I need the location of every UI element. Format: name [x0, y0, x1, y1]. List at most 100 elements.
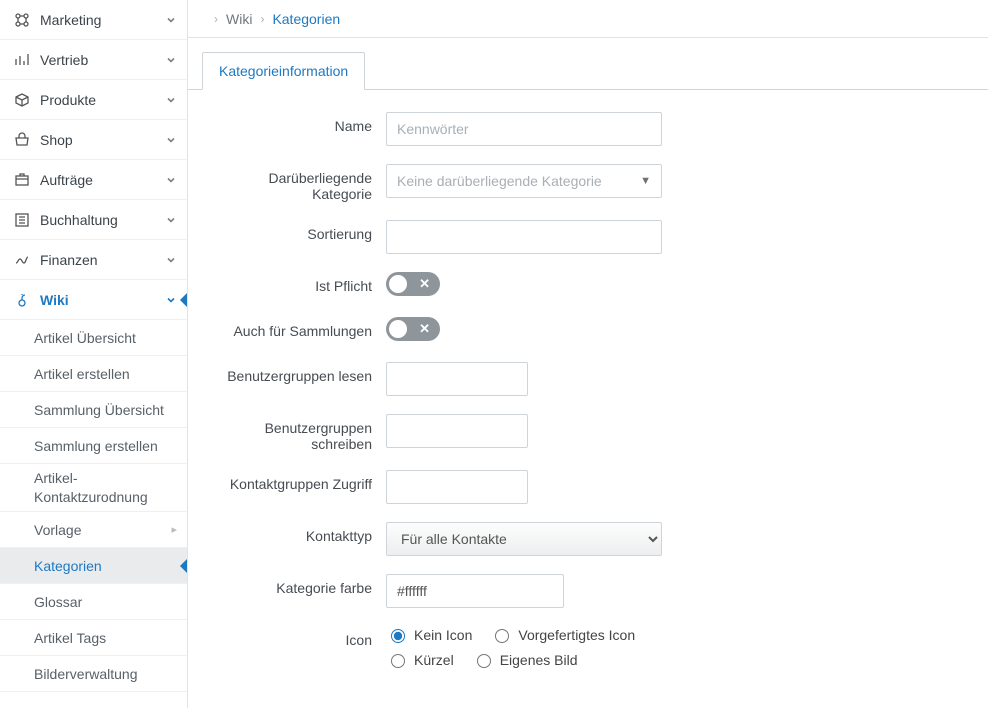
breadcrumb-current[interactable]: Kategorien — [272, 11, 340, 27]
sub-artikel-erstellen[interactable]: Artikel erstellen — [0, 356, 187, 392]
label-ist-pflicht: Ist Pflicht — [206, 272, 386, 294]
nav-label: Aufträge — [40, 172, 165, 188]
nav-label: Buchhaltung — [40, 212, 165, 228]
chevron-right-icon: › — [260, 12, 264, 26]
radio-label: Vorgefertigtes Icon — [518, 627, 635, 643]
nav-shop[interactable]: Shop — [0, 120, 187, 160]
parent-category-select[interactable]: Keine darüberliegende Kategorie ▼ — [386, 164, 662, 198]
sales-icon — [14, 52, 30, 68]
marketing-icon — [14, 12, 30, 28]
sub-vorlage[interactable]: Vorlage ▸ — [0, 512, 187, 548]
nav-finanzen[interactable]: Finanzen — [0, 240, 187, 280]
caret-down-icon: ▼ — [640, 175, 651, 187]
label-sortierung: Sortierung — [206, 220, 386, 242]
chevron-down-icon — [165, 14, 177, 26]
sub-sammlung-erstellen[interactable]: Sammlung erstellen — [0, 428, 187, 464]
breadcrumb-parent[interactable]: Wiki — [226, 11, 252, 27]
radio-label: Eigenes Bild — [500, 652, 578, 668]
sub-artikel-uebersicht[interactable]: Artikel Übersicht — [0, 320, 187, 356]
icon-option-abbrev[interactable]: Kürzel — [386, 651, 454, 668]
icon-option-predefined[interactable]: Vorgefertigtes Icon — [490, 626, 635, 643]
sub-label: Bilderverwaltung — [34, 666, 138, 682]
chevron-right-icon: ▸ — [171, 523, 177, 536]
main: › Wiki › Kategorien Kategorieinformation… — [188, 0, 988, 708]
label-name: Name — [206, 112, 386, 134]
sub-label: Artikel Tags — [34, 630, 106, 646]
nav-produkte[interactable]: Produkte — [0, 80, 187, 120]
contact-type-select[interactable]: Für alle Kontakte — [386, 522, 662, 556]
nav-label: Finanzen — [40, 252, 165, 268]
nav-label: Shop — [40, 132, 165, 148]
icon-option-custom-image[interactable]: Eigenes Bild — [472, 651, 578, 668]
breadcrumb: › Wiki › Kategorien — [188, 0, 988, 38]
mandatory-toggle[interactable]: ✕ — [386, 272, 440, 296]
icon-option-none[interactable]: Kein Icon — [386, 626, 472, 643]
nav-label: Vertrieb — [40, 52, 165, 68]
name-input[interactable] — [386, 112, 662, 146]
sub-label: Sammlung erstellen — [34, 438, 158, 454]
nav-vertrieb[interactable]: Vertrieb — [0, 40, 187, 80]
toggle-knob — [389, 320, 407, 338]
label-contact-groups: Kontaktgruppen Zugriff — [206, 470, 386, 492]
products-icon — [14, 92, 30, 108]
chevron-down-icon — [165, 254, 177, 266]
radio-input[interactable] — [495, 629, 509, 643]
label-groups-write: Benutzergruppen schreiben — [206, 414, 386, 452]
label-color: Kategorie farbe — [206, 574, 386, 596]
sub-label: Glossar — [34, 594, 82, 610]
collections-toggle[interactable]: ✕ — [386, 317, 440, 341]
chevron-down-icon — [165, 174, 177, 186]
sub-glossar[interactable]: Glossar — [0, 584, 187, 620]
contact-groups-input[interactable] — [386, 470, 528, 504]
tab-strip: Kategorieinformation — [188, 38, 988, 90]
toggle-knob — [389, 275, 407, 293]
select-placeholder: Keine darüberliegende Kategorie — [397, 173, 602, 189]
nav-buchhaltung[interactable]: Buchhaltung — [0, 200, 187, 240]
radio-label: Kürzel — [414, 652, 454, 668]
accounting-icon — [14, 212, 30, 228]
category-form: Name Darüberliegende Kategorie Keine dar… — [188, 90, 988, 708]
sort-input[interactable] — [386, 220, 662, 254]
radio-input[interactable] — [391, 629, 405, 643]
groups-write-input[interactable] — [386, 414, 528, 448]
label-auch-fuer-sammlungen: Auch für Sammlungen — [206, 317, 386, 339]
label-icon: Icon — [206, 626, 386, 648]
sub-label: Sammlung Übersicht — [34, 402, 164, 418]
sub-label: Artikel-Kontaktzurodnung — [34, 469, 177, 505]
sub-sammlung-uebersicht[interactable]: Sammlung Übersicht — [0, 392, 187, 428]
sub-label: Vorlage — [34, 522, 81, 538]
nav-auftraege[interactable]: Aufträge — [0, 160, 187, 200]
chevron-down-icon — [165, 294, 177, 306]
chevron-down-icon — [165, 134, 177, 146]
sub-artikel-tags[interactable]: Artikel Tags — [0, 620, 187, 656]
radio-input[interactable] — [391, 654, 405, 668]
nav-wiki[interactable]: Wiki — [0, 280, 187, 320]
sub-bilderverwaltung[interactable]: Bilderverwaltung — [0, 656, 187, 692]
wiki-icon — [14, 292, 30, 308]
shop-icon — [14, 132, 30, 148]
toggle-off-icon: ✕ — [419, 321, 430, 337]
chevron-down-icon — [165, 94, 177, 106]
chevron-down-icon — [165, 214, 177, 226]
label-groups-read: Benutzergruppen lesen — [206, 362, 386, 384]
label-contact-type: Kontakttyp — [206, 522, 386, 544]
sub-label: Kategorien — [34, 558, 102, 574]
groups-read-input[interactable] — [386, 362, 528, 396]
label-parent-category: Darüberliegende Kategorie — [206, 164, 386, 202]
wiki-subnav: Artikel Übersicht Artikel erstellen Samm… — [0, 320, 187, 692]
sidebar: Marketing Vertrieb Produkte — [0, 0, 188, 708]
orders-icon — [14, 172, 30, 188]
nav-marketing[interactable]: Marketing — [0, 0, 187, 40]
sub-artikel-kontaktzuordnung[interactable]: Artikel-Kontaktzurodnung — [0, 464, 187, 512]
nav-label: Wiki — [40, 292, 165, 308]
tab-kategorieinformation[interactable]: Kategorieinformation — [202, 52, 365, 90]
chevron-down-icon — [165, 54, 177, 66]
sub-label: Artikel erstellen — [34, 366, 130, 382]
radio-label: Kein Icon — [414, 627, 472, 643]
radio-input[interactable] — [477, 654, 491, 668]
color-input[interactable] — [386, 574, 564, 608]
nav-label: Marketing — [40, 12, 165, 28]
sub-kategorien[interactable]: Kategorien — [0, 548, 187, 584]
nav-label: Produkte — [40, 92, 165, 108]
toggle-off-icon: ✕ — [419, 276, 430, 292]
